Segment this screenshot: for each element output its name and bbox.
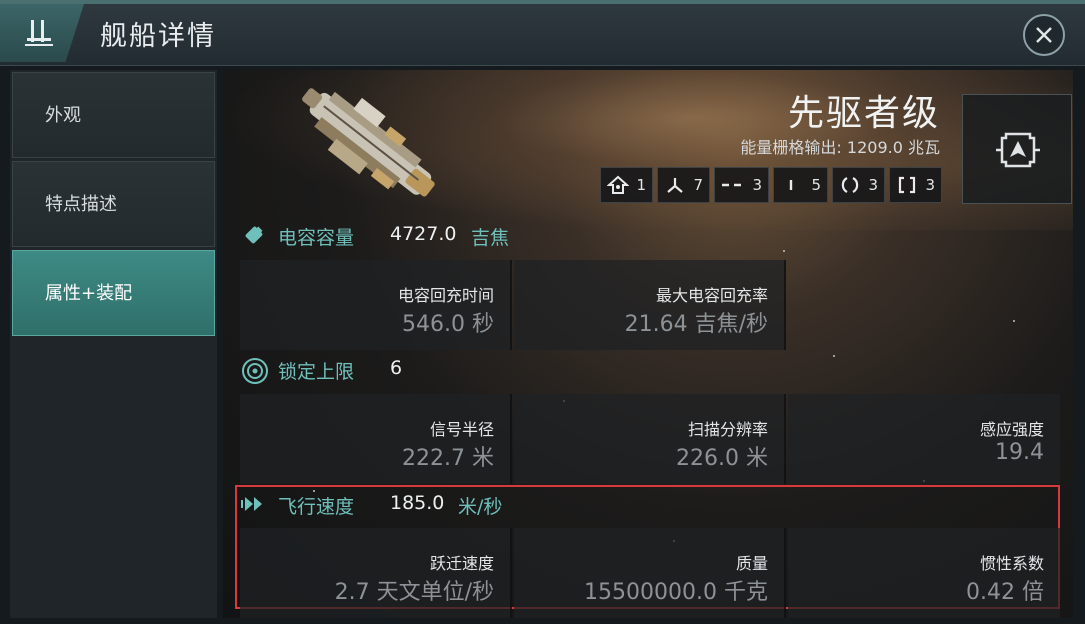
slot-low: 3 <box>832 167 885 203</box>
stat-value: 546.0 秒 <box>402 312 494 337</box>
stat-label: 扫描分辨率 <box>687 420 768 439</box>
stat-mass: 质量 15500000.0 千克 <box>514 528 786 618</box>
stat-signature-radius: 信号半径 222.7 米 <box>240 394 512 484</box>
ship-name: 先驱者级 <box>787 93 940 134</box>
ship-image <box>302 88 435 197</box>
ship-class-icon <box>996 132 1040 168</box>
targeting-value: 6 <box>390 357 403 379</box>
speed-label: 飞行速度 <box>278 496 355 518</box>
low-slot-icon <box>839 175 861 199</box>
mid-slot-icon <box>780 175 802 199</box>
slot-count: 3 <box>925 176 935 194</box>
stat-label: 惯性系数 <box>979 554 1044 573</box>
title-bar-accent <box>0 0 1085 4</box>
speed-value: 185.0 <box>390 492 445 514</box>
capacitor-icon <box>241 223 267 252</box>
power-grid-output: 能量栅格输出: 1209.0 兆瓦 <box>740 134 940 158</box>
slot-summary: 1 7 3 5 3 3 <box>600 167 942 203</box>
stat-label: 质量 <box>735 554 768 573</box>
stat-sensor-strength: 感应强度 19.4 <box>788 394 1060 484</box>
slot-count: 1 <box>636 176 646 194</box>
stat-cap-recharge-time: 电容回充时间 546.0 秒 <box>240 260 512 350</box>
tab-attributes-fitting[interactable]: 属性+装配 <box>12 250 215 336</box>
stat-label: 最大电容回充率 <box>655 286 768 305</box>
slot-count: 5 <box>811 176 821 194</box>
targeting-stats: 信号半径 222.7 米 扫描分辨率 226.0 米 感应强度 19.4 <box>240 394 1062 484</box>
slot-mid: 5 <box>773 167 828 203</box>
power-grid-value: 1209.0 兆瓦 <box>846 138 940 157</box>
stat-value: 222.7 米 <box>402 446 494 471</box>
high-slot-icon <box>721 175 743 199</box>
stat-scan-resolution: 扫描分辨率 226.0 米 <box>514 394 786 484</box>
ship-type-button[interactable] <box>962 94 1072 204</box>
close-icon <box>1036 27 1052 43</box>
close-button[interactable] <box>1023 14 1065 56</box>
attributes-panel: 先驱者级 能量栅格输出: 1209.0 兆瓦 1 7 3 5 3 3 电容容量 … <box>223 70 1073 618</box>
stat-label: 电容回充时间 <box>397 286 494 305</box>
stat-inertia-modifier: 惯性系数 0.42 倍 <box>788 528 1060 618</box>
power-grid-label: 能量栅格输出: <box>740 138 842 157</box>
stat-cap-max-recharge-rate: 最大电容回充率 21.64 吉焦/秒 <box>514 260 786 350</box>
targeting-label: 锁定上限 <box>278 361 355 383</box>
slot-high: 3 <box>714 167 769 203</box>
ship-details-app-icon <box>0 4 84 62</box>
capacitor-label: 电容容量 <box>278 227 355 249</box>
target-lock-icon <box>241 357 269 390</box>
velocity-icon <box>241 492 269 521</box>
title-bar: 舰船详情 <box>0 0 1085 66</box>
stat-value: 21.64 吉焦/秒 <box>624 312 768 337</box>
speed-header: 飞行速度 185.0 米/秒 <box>241 490 641 520</box>
stat-value: 19.4 <box>995 440 1044 465</box>
slot-rig: 3 <box>889 167 942 203</box>
stat-value: 226.0 米 <box>676 446 768 471</box>
stat-label: 信号半径 <box>429 420 494 439</box>
slot-count: 3 <box>752 176 762 194</box>
stat-label: 跃迁速度 <box>429 554 494 573</box>
window-title: 舰船详情 <box>100 21 216 52</box>
rig-slot-icon <box>896 175 918 199</box>
tab-appearance[interactable]: 外观 <box>12 72 215 158</box>
stat-value: 2.7 天文单位/秒 <box>334 580 494 605</box>
capacitor-stats: 电容回充时间 546.0 秒 最大电容回充率 21.64 吉焦/秒 <box>240 260 786 350</box>
sidebar: 外观 特点描述 属性+装配 <box>10 70 217 618</box>
launcher-hardpoint-icon <box>664 175 686 199</box>
speed-stats: 跃迁速度 2.7 天文单位/秒 质量 15500000.0 千克 惯性系数 0.… <box>240 528 1062 618</box>
stat-label: 感应强度 <box>979 420 1044 439</box>
stat-value: 0.42 倍 <box>966 580 1044 605</box>
capacitor-unit: 吉焦 <box>471 227 510 249</box>
slot-count: 3 <box>868 176 878 194</box>
stat-warp-speed: 跃迁速度 2.7 天文单位/秒 <box>240 528 512 618</box>
tab-traits[interactable]: 特点描述 <box>12 161 215 247</box>
stat-value: 15500000.0 千克 <box>584 580 768 605</box>
capacitor-value: 4727.0 <box>390 223 457 245</box>
speed-unit: 米/秒 <box>458 496 503 518</box>
turret-hardpoint-icon <box>606 175 630 199</box>
slot-turret: 1 <box>600 167 653 203</box>
slot-launcher: 7 <box>657 167 710 203</box>
targeting-header: 锁定上限 6 <box>241 355 641 385</box>
slot-count: 7 <box>693 176 703 194</box>
capacitor-header: 电容容量 4727.0 吉焦 <box>241 221 641 251</box>
